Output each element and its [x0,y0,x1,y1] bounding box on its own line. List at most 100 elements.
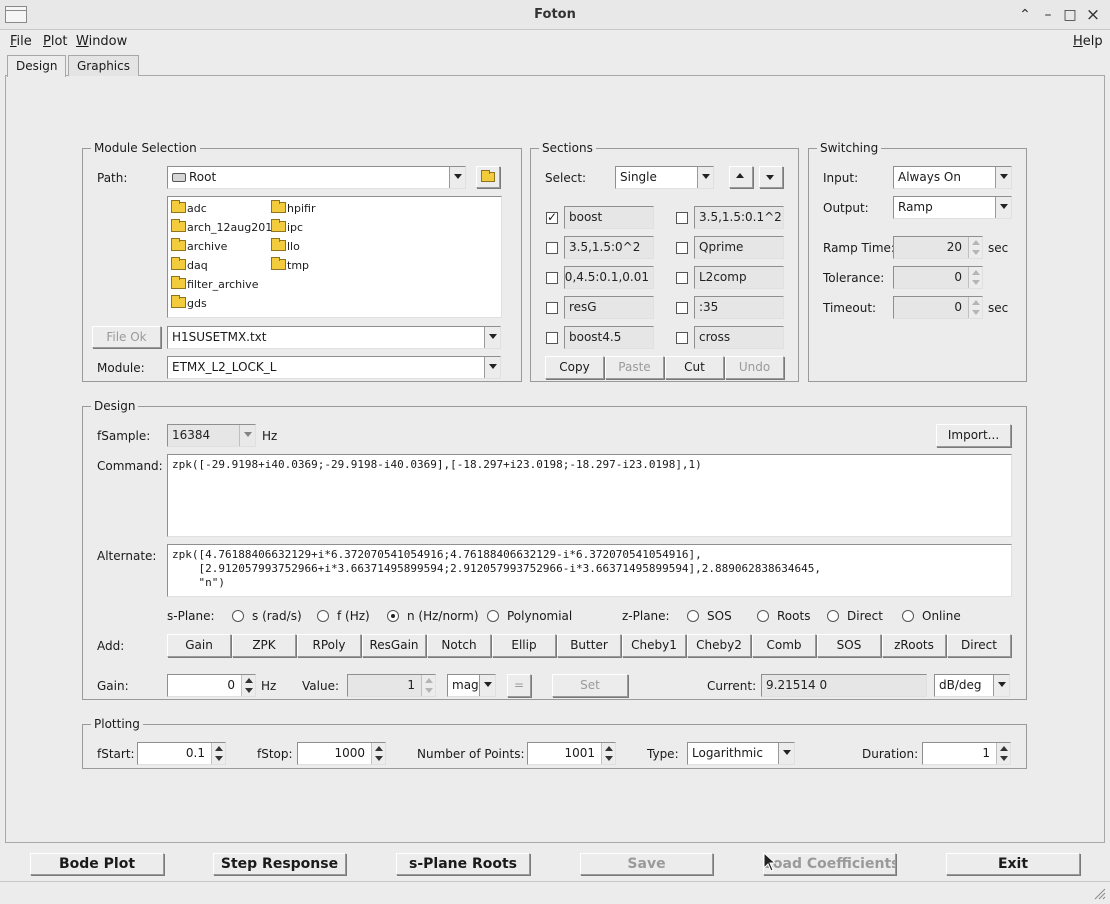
section-name-field[interactable]: 20,4.5:0.1,0.01 [564,266,654,289]
add-notch-button[interactable]: Notch [427,634,491,657]
section-name-field[interactable]: boost4.5 [564,326,654,349]
folder-item[interactable]: daq [171,257,208,272]
chevron-down-icon[interactable] [995,197,1011,218]
add-gain-button[interactable]: Gain [167,634,231,657]
current-unit-combo[interactable]: dB/deg [934,674,1010,697]
fsample-combo[interactable]: 16384 [167,424,256,447]
folder-item[interactable]: ipc [271,219,303,234]
fstart-input[interactable]: 0.1 [137,742,226,765]
command-textarea[interactable]: zpk([-29.9198+i40.0369;-29.9198-i40.0369… [167,454,1012,537]
chevron-down-icon[interactable] [995,167,1011,188]
select-combo[interactable]: Single [615,166,714,189]
add-resgain-button[interactable]: ResGain [362,634,426,657]
spin-arrows-icon[interactable] [968,267,982,288]
folder-item[interactable]: hpifir [271,200,315,215]
tab-graphics[interactable]: Graphics [68,55,139,76]
add-direct-button[interactable]: Direct [947,634,1011,657]
step-response-button[interactable]: Step Response [213,853,346,875]
ramp-time-input[interactable]: 20 [893,236,983,259]
section-checkbox[interactable] [676,302,688,314]
section-name-field[interactable]: cross [694,326,784,349]
resize-grip-icon[interactable] [1092,886,1106,900]
spin-arrows-icon[interactable] [371,743,385,764]
value-input[interactable]: 1 [347,674,436,697]
add-ellip-button[interactable]: Ellip [492,634,556,657]
s-plane-roots-button[interactable]: s-Plane Roots [396,853,530,875]
spin-arrows-icon[interactable] [601,743,615,764]
section-checkbox[interactable] [546,210,558,224]
folder-list[interactable] [167,196,502,318]
section-checkbox[interactable] [546,272,558,284]
import-button[interactable]: Import... [936,424,1011,447]
value-unit-combo[interactable]: mag [447,674,496,697]
file-ok-button[interactable]: File Ok [92,326,161,348]
folder-item[interactable]: archive [171,238,227,253]
add-rpoly-button[interactable]: RPoly [297,634,361,657]
load-coefficients-button[interactable]: Load Coefficients [763,853,896,875]
save-button[interactable]: Save [580,853,713,875]
output-combo[interactable]: Ramp [893,196,1012,219]
section-checkbox[interactable] [676,272,688,284]
add-comb-button[interactable]: Comb [752,634,816,657]
menu-window[interactable]: Window [76,34,127,49]
folder-item[interactable]: tmp [271,257,309,272]
cut-button[interactable]: Cut [665,356,724,379]
section-name-field[interactable]: L2comp [694,266,784,289]
close-icon[interactable]: × [1083,5,1103,25]
folder-item[interactable]: llo [271,238,300,253]
restore-icon[interactable]: □ [1060,5,1080,25]
section-checkbox[interactable] [676,332,688,344]
zplane-radio-online[interactable] [902,610,914,622]
input-combo[interactable]: Always On [893,166,1012,189]
equals-button[interactable]: = [507,674,531,697]
splane-radio-f[interactable] [317,610,329,622]
copy-button[interactable]: Copy [545,356,604,379]
bode-plot-button[interactable]: Bode Plot [30,853,164,875]
zplane-radio-sos[interactable] [687,610,699,622]
chevron-down-icon[interactable] [479,675,495,696]
section-name-field[interactable]: resG [564,296,654,319]
minimize-icon[interactable]: – [1038,5,1058,25]
spin-arrows-icon[interactable] [996,743,1010,764]
move-up-button[interactable] [729,166,753,188]
gain-input[interactable]: 0 [167,674,256,697]
alternate-textarea[interactable]: zpk([4.76188406632129+i*6.37207054105491… [167,544,1012,597]
add-sos-button[interactable]: SOS [817,634,881,657]
section-checkbox[interactable] [676,212,688,224]
spin-arrows-icon[interactable] [241,675,255,696]
exit-button[interactable]: Exit [946,853,1080,875]
paste-button[interactable]: Paste [605,356,664,379]
chevron-down-icon[interactable] [993,675,1009,696]
chevron-down-icon[interactable] [449,167,465,188]
add-butter-button[interactable]: Butter [557,634,621,657]
chevron-down-icon[interactable] [697,167,713,188]
section-name-field[interactable]: :35 [694,296,784,319]
tab-design[interactable]: Design [7,55,67,77]
section-name-field[interactable]: boost [564,206,654,229]
add-cheby2-button[interactable]: Cheby2 [687,634,751,657]
timeout-input[interactable]: 0 [893,296,983,319]
parent-folder-button[interactable] [476,166,500,188]
chevron-down-icon[interactable] [778,743,794,764]
add-zroots-button[interactable]: zRoots [882,634,946,657]
section-checkbox[interactable] [546,332,558,344]
zplane-radio-direct[interactable] [827,610,839,622]
maximize-up-icon[interactable]: ⌃ [1015,5,1035,25]
spin-arrows-icon[interactable] [968,237,982,258]
fstop-input[interactable]: 1000 [297,742,386,765]
section-name-field[interactable]: Qprime [694,236,784,259]
folder-item[interactable]: arch_12aug2014 [171,219,279,234]
duration-input[interactable]: 1 [922,742,1011,765]
path-combo[interactable]: Root [167,166,466,189]
menu-file[interactable]: File [10,34,32,49]
spin-arrows-icon[interactable] [421,675,435,696]
file-combo[interactable]: H1SUSETMX.txt [167,326,501,349]
folder-item[interactable]: gds [171,295,207,310]
folder-item[interactable]: filter_archive [171,276,258,291]
section-checkbox[interactable] [676,242,688,254]
section-checkbox[interactable] [546,242,558,254]
add-cheby1-button[interactable]: Cheby1 [622,634,686,657]
set-button[interactable]: Set [552,674,628,697]
zplane-radio-roots[interactable] [757,610,769,622]
chevron-down-icon[interactable] [484,327,500,348]
